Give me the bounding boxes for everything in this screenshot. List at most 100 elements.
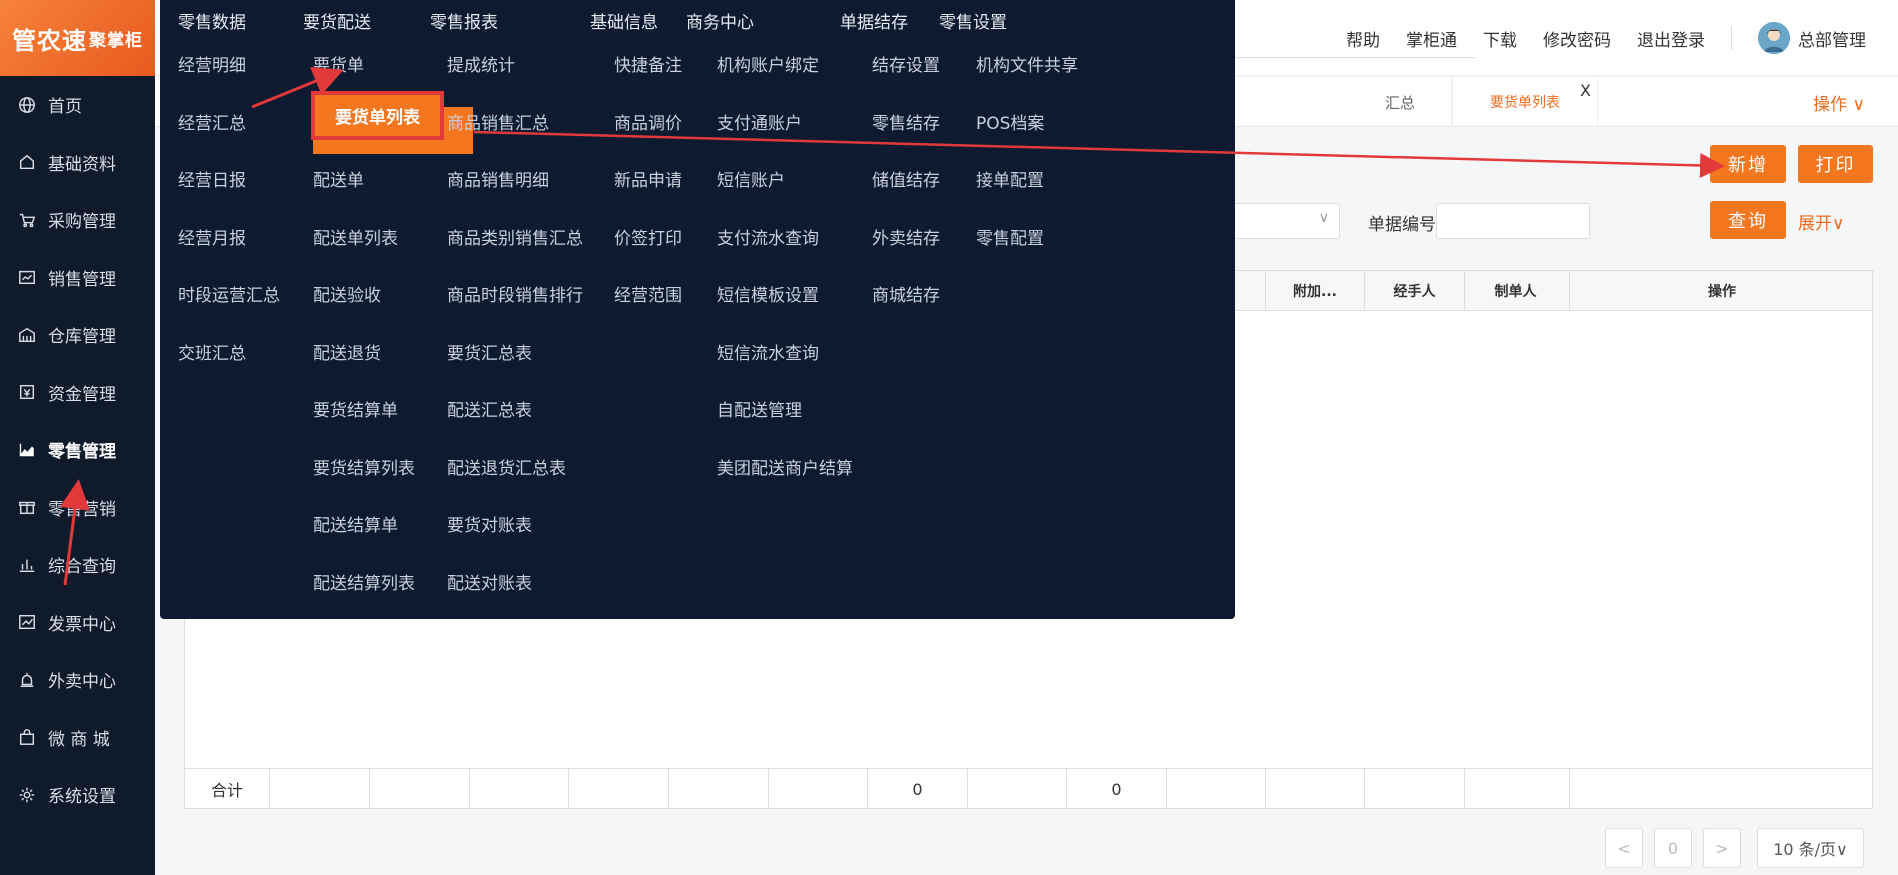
menu-group-head[interactable]: 零售数据 [178,8,246,33]
page-number[interactable]: 0 [1654,828,1692,868]
menu-item[interactable]: 配送结算单 [313,511,398,536]
menu-item[interactable]: 配送退货汇总表 [447,454,566,479]
menu-item[interactable]: 配送单列表 [313,224,398,249]
menu-item[interactable]: 短信账户 [717,166,785,191]
menu-item[interactable]: 经营范围 [614,281,682,306]
menu-item[interactable]: 配送验收 [313,281,381,306]
menu-item[interactable]: 支付流水查询 [717,224,819,249]
tab-summary[interactable]: 汇总 [1230,77,1452,127]
menu-item[interactable]: 零售结存 [872,109,940,134]
menu-item[interactable]: 结存设置 [872,51,940,76]
sidebar-item-3[interactable]: 销售管理 [0,249,155,307]
menu-item[interactable]: 机构账户绑定 [717,51,819,76]
menu-item[interactable]: 新品申请 [614,166,682,191]
doc-number-input[interactable] [1436,203,1590,239]
menu-item[interactable]: 外卖结存 [872,224,940,249]
tab-requisition-list[interactable]: 要货单列表 X [1452,77,1598,127]
sidebar-item-5[interactable]: 资金管理 [0,364,155,422]
user-name: 总部管理 [1798,30,1866,51]
col-creator[interactable]: 制单人 [1464,271,1566,311]
menu-item[interactable]: 零售配置 [976,224,1044,249]
menu-item[interactable]: POS档案 [976,109,1044,134]
download-link[interactable]: 下载 [1483,26,1517,51]
zhangguitong-link[interactable]: 掌柜通 [1406,26,1457,51]
help-link[interactable]: 帮助 [1346,26,1380,51]
close-icon[interactable]: X [1580,81,1591,100]
menu-item[interactable]: 配送退货 [313,339,381,364]
menu-item[interactable]: 交班汇总 [178,339,246,364]
sidebar-item-7[interactable]: 零售营销 [0,479,155,537]
menu-item[interactable]: 要货对账表 [447,511,532,536]
sidebar-item-label: 系统设置 [48,787,116,808]
doc-number-label: 单据编号 [1368,215,1436,235]
menu-item[interactable]: 商品时段销售排行 [447,281,583,306]
menu-item[interactable]: 商城结存 [872,281,940,306]
user-menu[interactable]: 总部管理 [1758,22,1866,54]
menu-item[interactable]: 商品类别销售汇总 [447,224,583,249]
menu-item[interactable]: 商品销售明细 [447,166,549,191]
logout-link[interactable]: 退出登录 [1637,26,1705,51]
menu-item[interactable]: 支付通账户 [717,109,802,134]
menu-item[interactable]: 配送结算列表 [313,569,415,594]
sidebar-item-6[interactable]: 零售管理 [0,421,155,479]
sidebar-item-10[interactable]: 外卖中心 [0,651,155,709]
menu-group-head[interactable]: 零售报表 [430,8,498,33]
sidebar-item-11[interactable]: 微 商 城 [0,709,155,767]
footer-sum-2: 0 [1066,769,1166,809]
expand-toggle[interactable]: 展开∨ [1798,209,1844,234]
change-password-link[interactable]: 修改密码 [1543,26,1611,51]
header-divider [1731,26,1732,50]
menu-item[interactable]: 接单配置 [976,166,1044,191]
menu-item[interactable]: 短信流水查询 [717,339,819,364]
menu-item[interactable]: 快捷备注 [614,51,682,76]
retail-mega-menu: 零售数据经营明细经营汇总经营日报经营月报时段运营汇总 交班汇总 要货配送要货单要货单… [160,0,1235,619]
menu-item[interactable]: 配送对账表 [447,569,532,594]
print-button[interactable]: 打印 [1798,145,1873,183]
sidebar-item-8[interactable]: 综合查询 [0,536,155,594]
menu-item[interactable]: 时段运营汇总 [178,281,280,306]
filter-select[interactable]: ∨ [1220,203,1340,239]
menu-group-head[interactable]: 零售设置 [939,8,1007,33]
menu-item[interactable]: 自配送管理 [717,396,802,421]
menu-group-head[interactable]: 商务中心 [686,8,754,33]
menu-item[interactable]: 要货单列表 [311,90,444,140]
footer-cell [768,769,867,809]
menu-item[interactable]: 配送汇总表 [447,396,532,421]
menu-item[interactable]: 要货结算单 [313,396,398,421]
menu-item[interactable]: 提成统计 [447,51,515,76]
app-logo[interactable]: 管农速 聚掌柜 [0,0,155,76]
menu-item[interactable]: 要货汇总表 [447,339,532,364]
next-page-button[interactable]: > [1703,828,1741,868]
sidebar-item-2[interactable]: 采购管理 [0,191,155,249]
menu-item[interactable]: 要货单 [313,51,364,76]
col-extra[interactable]: 附加... [1265,271,1364,311]
add-button[interactable]: 新增 [1710,145,1786,183]
prev-page-button[interactable]: < [1605,828,1643,868]
sidebar-item-1[interactable]: 基础资料 [0,134,155,192]
menu-group-head[interactable]: 基础信息 [590,8,658,33]
sidebar-item-4[interactable]: 仓库管理 [0,306,155,364]
page-size-select[interactable]: 10 条/页∨ [1757,828,1864,868]
tab-operations-dropdown[interactable]: 操作 ∨ [1813,90,1865,115]
menu-group-head[interactable]: 单据结存 [840,8,908,33]
menu-item[interactable]: 价签打印 [614,224,682,249]
col-handler[interactable]: 经手人 [1364,271,1464,311]
menu-item[interactable]: 要货结算列表 [313,454,415,479]
menu-item[interactable]: 美团配送商户结算 [717,454,853,479]
menu-item[interactable]: 商品销售汇总 [447,109,549,134]
menu-item[interactable]: 短信模板设置 [717,281,819,306]
query-button[interactable]: 查询 [1710,201,1786,239]
menu-item[interactable]: 储值结存 [872,166,940,191]
footer-cell [269,769,369,809]
sidebar-item-9[interactable]: 发票中心 [0,594,155,652]
menu-group-head[interactable]: 要货配送 [303,8,371,33]
sidebar-item-0[interactable]: 首页 [0,76,155,134]
menu-item[interactable]: 经营汇总 [178,109,246,134]
sidebar-item-12[interactable]: 系统设置 [0,766,155,824]
menu-item[interactable]: 机构文件共享 [976,51,1078,76]
menu-item[interactable]: 商品调价 [614,109,682,134]
menu-item[interactable]: 经营日报 [178,166,246,191]
menu-item[interactable]: 配送单 [313,166,364,191]
menu-item[interactable]: 经营明细 [178,51,246,76]
menu-item[interactable]: 经营月报 [178,224,246,249]
